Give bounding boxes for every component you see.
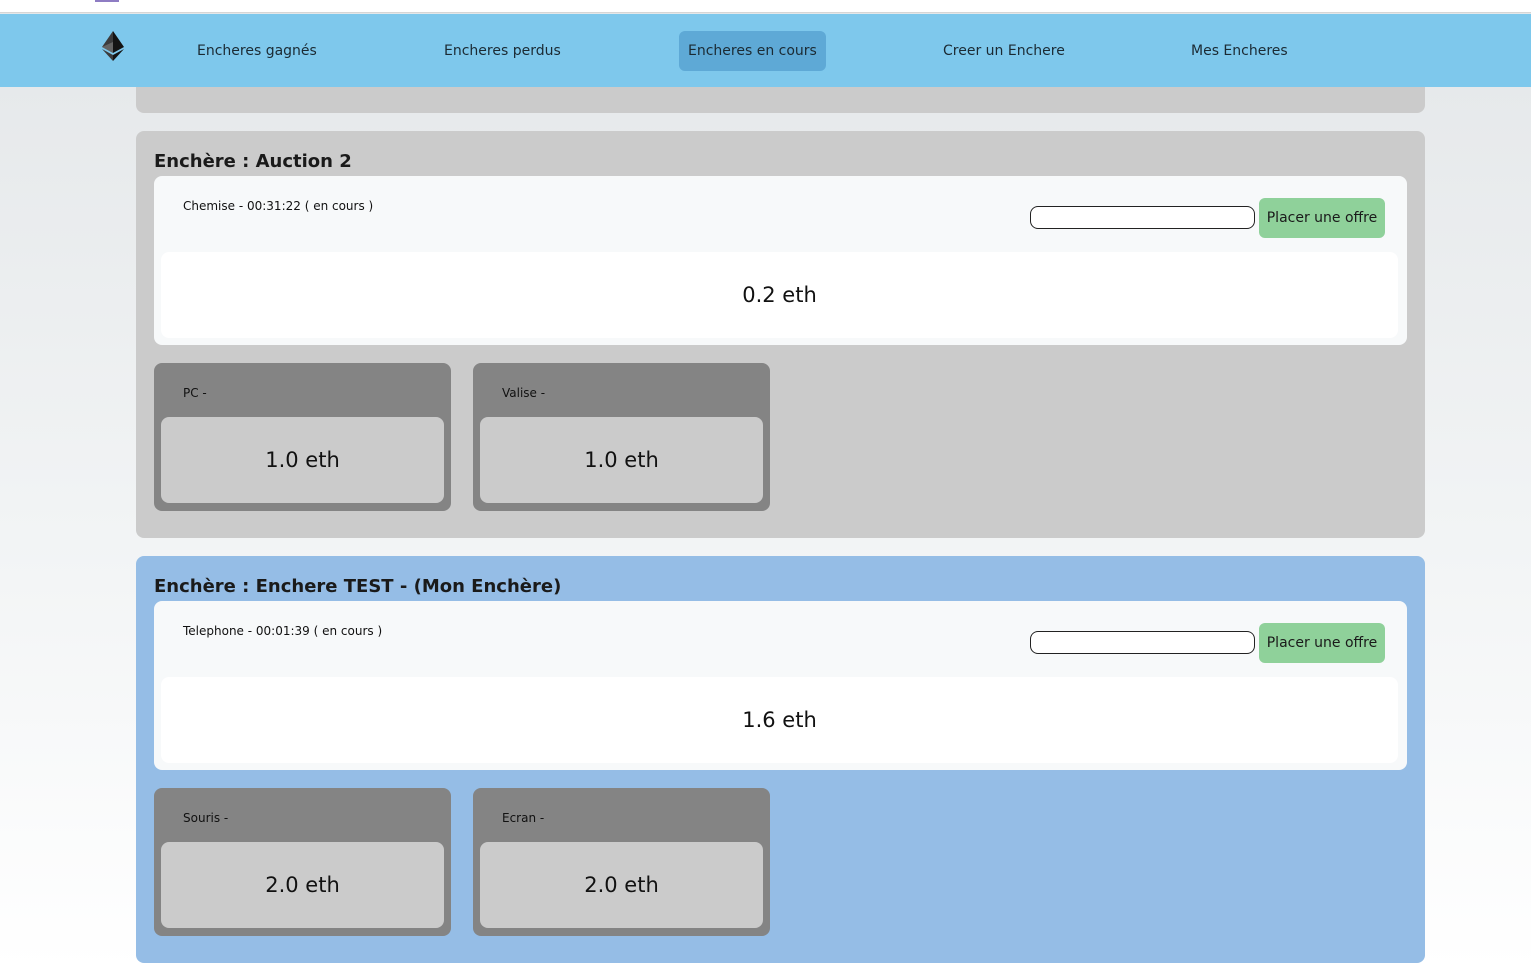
nav-encheres-perdus[interactable]: Encheres perdus — [435, 31, 570, 71]
item-card: Souris - 2.0 eth — [154, 788, 451, 936]
nav-encheres-en-cours[interactable]: Encheres en cours — [679, 31, 826, 71]
item-title: PC - — [183, 386, 207, 400]
previous-auction-panel — [136, 87, 1425, 113]
item-price: 2.0 eth — [480, 842, 763, 928]
auction-title: Enchère : Enchere TEST - (Mon Enchère) — [154, 576, 562, 597]
place-bid-button[interactable]: Placer une offre — [1259, 198, 1385, 238]
item-price: 2.0 eth — [161, 842, 444, 928]
item-price: 0.2 eth — [161, 252, 1398, 338]
current-item-card: Chemise - 00:31:22 ( en cours ) Placer u… — [154, 176, 1407, 345]
item-price: 1.6 eth — [161, 677, 1398, 763]
nav-mes-encheres[interactable]: Mes Encheres — [1182, 31, 1297, 71]
item-card: PC - 1.0 eth — [154, 363, 451, 511]
item-title: Valise - — [502, 386, 546, 400]
auction-panel: Enchère : Auction 2 Chemise - 00:31:22 (… — [136, 131, 1425, 538]
item-card: Valise - 1.0 eth — [473, 363, 770, 511]
bid-input[interactable] — [1030, 631, 1255, 654]
nav-encheres-gagnes[interactable]: Encheres gagnés — [188, 31, 326, 71]
item-price: 1.0 eth — [161, 417, 444, 503]
item-title: Ecran - — [502, 811, 545, 825]
auction-panel-mine: Enchère : Enchere TEST - (Mon Enchère) T… — [136, 556, 1425, 963]
item-title: Telephone - 00:01:39 ( en cours ) — [183, 624, 383, 638]
auction-title: Enchère : Auction 2 — [154, 151, 352, 172]
tab-indicator — [95, 0, 119, 2]
place-bid-button[interactable]: Placer une offre — [1259, 623, 1385, 663]
nav-creer-enchere[interactable]: Creer un Enchere — [934, 31, 1074, 71]
item-card: Ecran - 2.0 eth — [473, 788, 770, 936]
item-title: Souris - — [183, 811, 229, 825]
navbar: Encheres gagnés Encheres perdus Encheres… — [0, 14, 1531, 87]
item-title: Chemise - 00:31:22 ( en cours ) — [183, 199, 374, 213]
browser-top-strip — [0, 0, 1531, 13]
item-price: 1.0 eth — [480, 417, 763, 503]
ethereum-icon[interactable] — [102, 31, 124, 61]
current-item-card: Telephone - 00:01:39 ( en cours ) Placer… — [154, 601, 1407, 770]
bid-input[interactable] — [1030, 206, 1255, 229]
